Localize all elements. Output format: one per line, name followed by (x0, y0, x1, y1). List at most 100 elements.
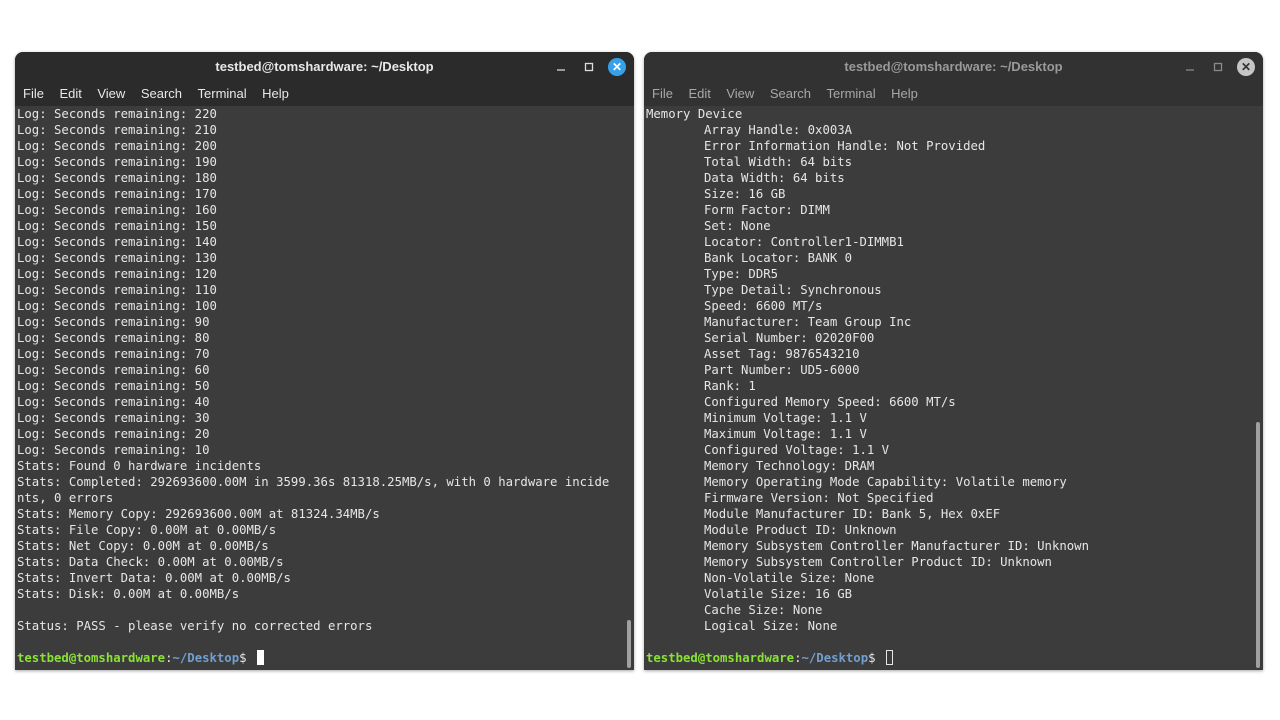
menu-help[interactable]: Help (891, 86, 918, 101)
scrollbar-thumb[interactable] (1256, 422, 1260, 668)
terminal-line: Memory Subsystem Controller Product ID: … (704, 555, 1052, 569)
terminal-line: Log: Seconds remaining: 130 (17, 251, 217, 265)
terminal-line: nts, 0 errors (17, 491, 114, 505)
terminal-line: Data Width: 64 bits (704, 171, 845, 185)
terminal-line: Log: Seconds remaining: 70 (17, 347, 210, 361)
terminal-line: Log: Seconds remaining: 90 (17, 315, 210, 329)
maximize-icon[interactable] (1209, 58, 1227, 76)
output-lines: Log: Seconds remaining: 220 Log: Seconds … (15, 106, 634, 650)
prompt-symbol: $ (868, 651, 883, 665)
terminal-line: Speed: 6600 MT/s (704, 299, 823, 313)
terminal-line: Module Product ID: Unknown (704, 523, 897, 537)
terminal-line: Stats: Completed: 292693600.00M in 3599.… (17, 475, 610, 489)
close-icon[interactable]: ✕ (1237, 57, 1255, 76)
terminal-line: Set: None (704, 219, 771, 233)
terminal-output[interactable]: Log: Seconds remaining: 220 Log: Seconds … (15, 106, 634, 670)
terminal-line: Stats: Net Copy: 0.00M at 0.00MB/s (17, 539, 269, 553)
menu-file[interactable]: File (23, 86, 44, 101)
prompt-line: testbed@tomshardware:~/Desktop$ (15, 650, 634, 666)
title-bar[interactable]: testbed@tomshardware: ~/Desktop ✕ (644, 52, 1263, 81)
window-title: testbed@tomshardware: ~/Desktop (844, 59, 1063, 74)
menu-bar: File Edit View Search Terminal Help (15, 81, 634, 106)
terminal-line: Memory Subsystem Controller Manufacturer… (704, 539, 1089, 553)
menu-search[interactable]: Search (141, 86, 182, 101)
menu-file[interactable]: File (652, 86, 673, 101)
terminal-line: Form Factor: DIMM (704, 203, 830, 217)
terminal-line: Configured Memory Speed: 6600 MT/s (704, 395, 956, 409)
terminal-line: Type: DDR5 (704, 267, 779, 281)
close-icon[interactable]: ✕ (608, 57, 626, 76)
terminal-line: Volatile Size: 16 GB (704, 587, 853, 601)
terminal-line: Configured Voltage: 1.1 V (704, 443, 890, 457)
text-cursor (885, 650, 893, 665)
terminal-line: Log: Seconds remaining: 220 (17, 107, 217, 121)
output-header: Memory Device (644, 106, 1263, 122)
terminal-line: Part Number: UD5-6000 (704, 363, 860, 377)
terminal-line: Log: Seconds remaining: 60 (17, 363, 210, 377)
minimize-icon[interactable] (1181, 58, 1199, 76)
terminal-line: Bank Locator: BANK 0 (704, 251, 853, 265)
output-lines: Array Handle: 0x003A Error Information Ha… (644, 122, 1263, 650)
prompt-user: testbed@tomshardware (17, 651, 166, 665)
terminal-line: Log: Seconds remaining: 210 (17, 123, 217, 137)
terminal-line: Firmware Version: Not Specified (704, 491, 934, 505)
terminal-line: Status: PASS - please verify no correcte… (17, 619, 373, 633)
maximize-icon[interactable] (580, 58, 598, 76)
terminal-line: Array Handle: 0x003A (704, 123, 853, 137)
terminal-line: Stats: Invert Data: 0.00M at 0.00MB/s (17, 571, 291, 585)
terminal-line: Non-Volatile Size: None (704, 571, 875, 585)
terminal-line: Serial Number: 02020F00 (704, 331, 875, 345)
terminal-line: Minimum Voltage: 1.1 V (704, 411, 867, 425)
terminal-line: Log: Seconds remaining: 20 (17, 427, 210, 441)
terminal-line: Stats: Found 0 hardware incidents (17, 459, 262, 473)
terminal-line: Log: Seconds remaining: 100 (17, 299, 217, 313)
menu-edit[interactable]: Edit (688, 86, 710, 101)
prompt-path: ~/Desktop (172, 651, 240, 665)
text-cursor (256, 650, 264, 665)
terminal-line: Log: Seconds remaining: 170 (17, 187, 217, 201)
minimize-icon[interactable] (552, 58, 570, 76)
menu-terminal[interactable]: Terminal (198, 86, 247, 101)
terminal-line: Error Information Handle: Not Provided (704, 139, 986, 153)
terminal-line: Stats: File Copy: 0.00M at 0.00MB/s (17, 523, 277, 537)
window-title: testbed@tomshardware: ~/Desktop (215, 59, 434, 74)
terminal-window-right: testbed@tomshardware: ~/Desktop ✕ File E… (644, 52, 1263, 670)
terminal-line: Total Width: 64 bits (704, 155, 853, 169)
prompt-path: ~/Desktop (801, 651, 869, 665)
terminal-line: Stats: Memory Copy: 292693600.00M at 813… (17, 507, 380, 521)
terminal-output[interactable]: Memory Device Array Handle: 0x003A Error … (644, 106, 1263, 670)
terminal-line: Log: Seconds remaining: 180 (17, 171, 217, 185)
terminal-line: Locator: Controller1-DIMMB1 (704, 235, 904, 249)
terminal-line: Log: Seconds remaining: 50 (17, 379, 210, 393)
scrollbar-thumb[interactable] (627, 620, 631, 668)
menu-bar: File Edit View Search Terminal Help (644, 81, 1263, 106)
terminal-line: Log: Seconds remaining: 80 (17, 331, 210, 345)
menu-view[interactable]: View (726, 86, 754, 101)
terminal-line: Stats: Disk: 0.00M at 0.00MB/s (17, 587, 240, 601)
terminal-line: Log: Seconds remaining: 160 (17, 203, 217, 217)
terminal-line: Maximum Voltage: 1.1 V (704, 427, 867, 441)
terminal-window-left: testbed@tomshardware: ~/Desktop ✕ File E… (15, 52, 634, 670)
terminal-line: Memory Operating Mode Capability: Volati… (704, 475, 1067, 489)
terminal-line: Cache Size: None (704, 603, 823, 617)
terminal-line: Rank: 1 (704, 379, 756, 393)
menu-search[interactable]: Search (770, 86, 811, 101)
menu-view[interactable]: View (97, 86, 125, 101)
terminal-line: Size: 16 GB (704, 187, 786, 201)
terminal-line: Module Manufacturer ID: Bank 5, Hex 0xEF (704, 507, 1001, 521)
terminal-line: Log: Seconds remaining: 190 (17, 155, 217, 169)
terminal-line: Memory Technology: DRAM (704, 459, 875, 473)
menu-help[interactable]: Help (262, 86, 289, 101)
terminal-line: Type Detail: Synchronous (704, 283, 882, 297)
memory-device-header: Memory Device (646, 107, 743, 121)
terminal-line: Asset Tag: 9876543210 (704, 347, 860, 361)
prompt-user: testbed@tomshardware (646, 651, 795, 665)
terminal-line: Manufacturer: Team Group Inc (704, 315, 912, 329)
menu-terminal[interactable]: Terminal (827, 86, 876, 101)
menu-edit[interactable]: Edit (59, 86, 81, 101)
terminal-line: Log: Seconds remaining: 110 (17, 283, 217, 297)
title-bar[interactable]: testbed@tomshardware: ~/Desktop ✕ (15, 52, 634, 81)
terminal-line: Stats: Data Check: 0.00M at 0.00MB/s (17, 555, 284, 569)
